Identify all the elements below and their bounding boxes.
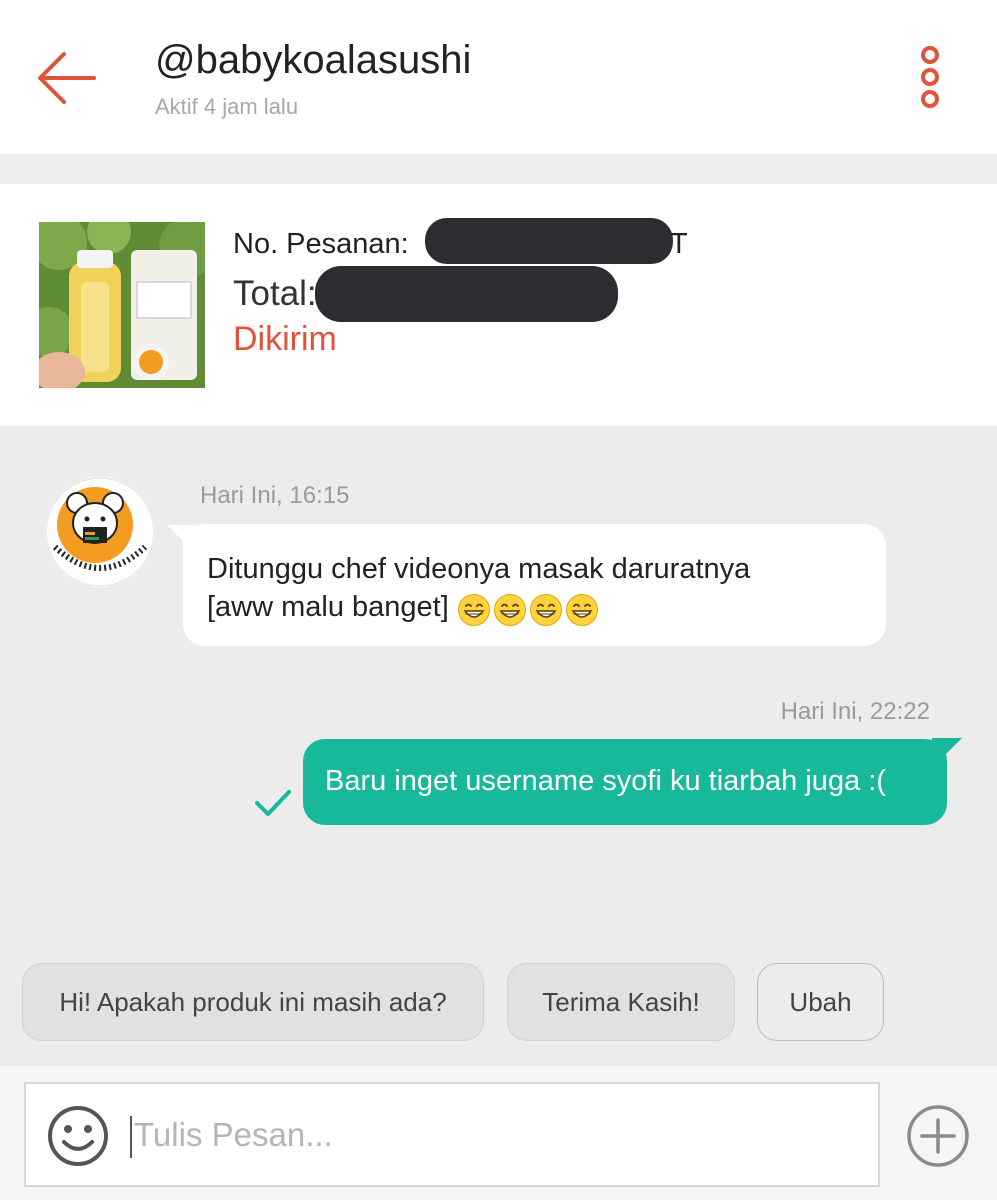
chat-title: @babykoalasushi bbox=[155, 38, 472, 82]
composer-box bbox=[24, 1082, 880, 1187]
chat-header: @babykoalasushi Aktif 4 jam lalu bbox=[0, 0, 997, 154]
incoming-message-bubble[interactable]: Ditunggu chef videonya masak daruratnya … bbox=[183, 524, 886, 646]
emoji-group bbox=[457, 589, 601, 627]
grinning-face-icon bbox=[457, 593, 490, 626]
add-attachment-icon[interactable] bbox=[906, 1104, 970, 1168]
outgoing-message-bubble[interactable]: Baru inget username syofi ku tiarbah jug… bbox=[303, 739, 947, 825]
more-options-icon[interactable] bbox=[910, 40, 950, 116]
order-status: Dikirim bbox=[233, 320, 337, 358]
message-text-line1: Ditunggu chef videonya masak daruratnya bbox=[207, 553, 751, 585]
quick-reply-thanks[interactable]: Terima Kasih! bbox=[507, 963, 735, 1041]
message-input[interactable] bbox=[134, 1106, 854, 1164]
emoji-picker-icon[interactable] bbox=[46, 1104, 110, 1168]
grinning-face-icon bbox=[493, 593, 526, 626]
quick-reply-edit-button[interactable]: Ubah bbox=[757, 963, 884, 1041]
text-caret bbox=[130, 1116, 132, 1158]
product-image bbox=[39, 222, 205, 388]
order-total-label: Total: bbox=[233, 274, 317, 313]
back-arrow-icon[interactable] bbox=[30, 40, 106, 116]
redacted-order-number bbox=[425, 218, 673, 264]
message-timestamp: Hari Ini, 22:22 bbox=[780, 698, 930, 725]
message-text-line2: [aww malu banget] bbox=[207, 588, 862, 627]
redacted-order-total bbox=[315, 266, 618, 322]
grinning-face-icon bbox=[529, 593, 562, 626]
message-text-bracket: [aww malu banget] bbox=[207, 591, 449, 623]
last-active-status: Aktif 4 jam lalu bbox=[155, 94, 299, 119]
order-number-tail: T bbox=[670, 228, 688, 260]
order-number-label: No. Pesanan: bbox=[233, 228, 409, 260]
grinning-face-icon bbox=[565, 593, 598, 626]
divider bbox=[0, 154, 997, 184]
order-card[interactable]: No. Pesanan: T Total: Dikirim bbox=[0, 184, 997, 426]
message-timestamp: Hari Ini, 16:15 bbox=[200, 482, 350, 509]
avatar[interactable] bbox=[45, 477, 155, 587]
quick-reply-availability[interactable]: Hi! Apakah produk ini masih ada? bbox=[22, 963, 484, 1041]
composer-bar bbox=[0, 1066, 997, 1200]
checkmark-icon bbox=[255, 790, 291, 816]
